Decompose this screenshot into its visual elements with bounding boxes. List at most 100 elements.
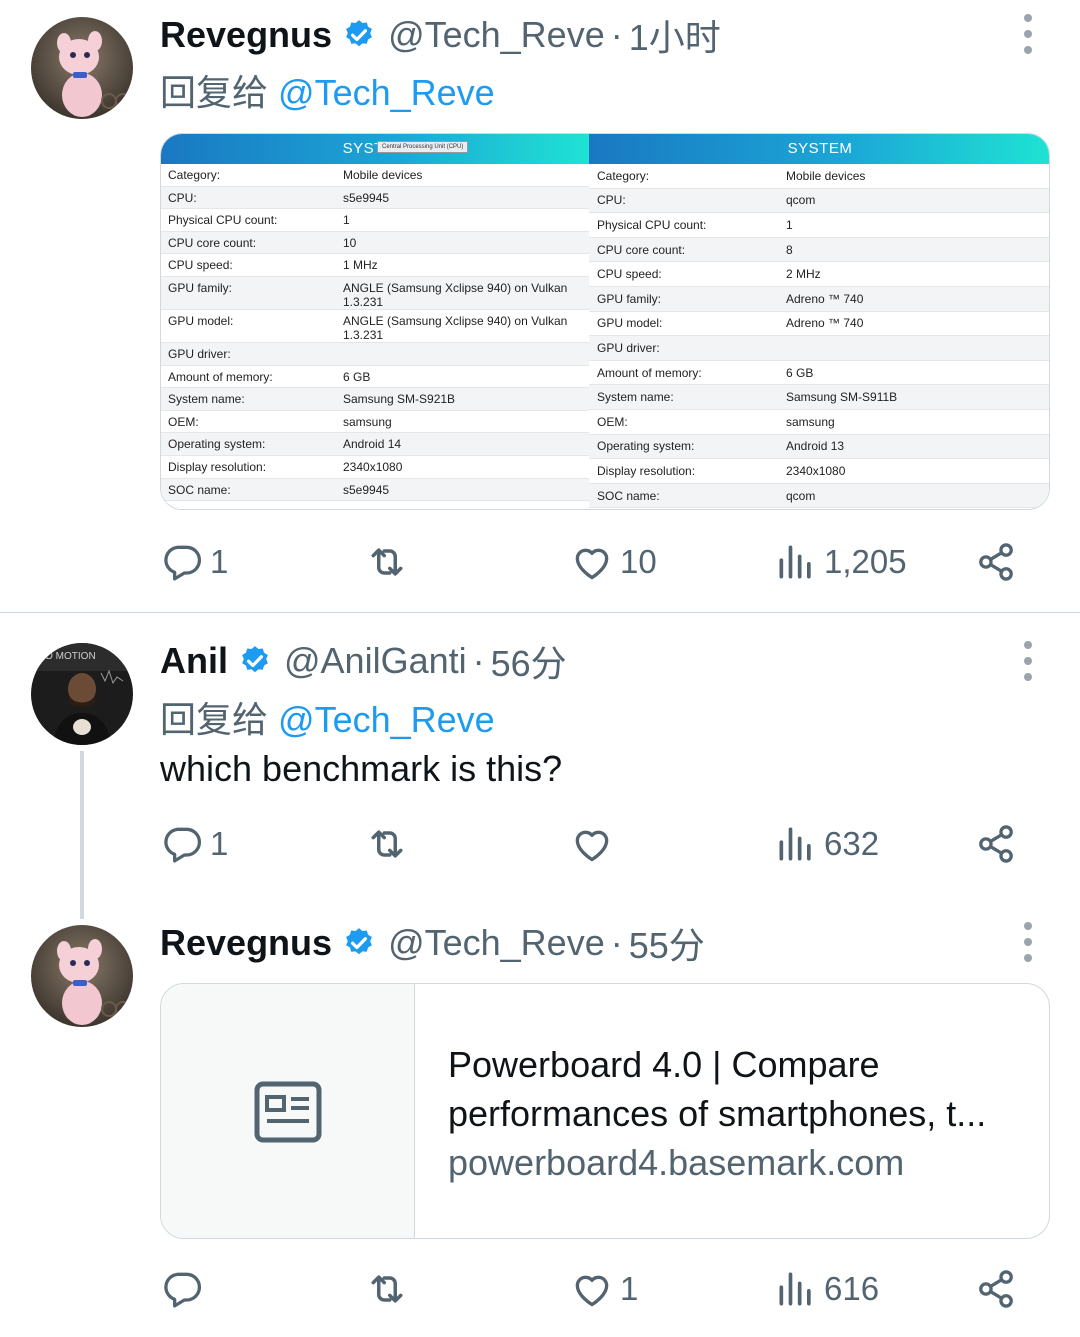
tweet-header: Revegnus @Tech_Reve · 1小时 xyxy=(160,10,721,60)
row-value: samsung xyxy=(343,414,392,429)
cpu-tooltip: Central Processing Unit (CPU) xyxy=(377,141,469,153)
row-label: CPU core count: xyxy=(168,235,257,250)
views-button[interactable]: 616 xyxy=(774,1264,879,1314)
user-handle[interactable]: @Tech_Reve xyxy=(388,922,605,964)
like-count: 10 xyxy=(620,543,657,580)
row-label: Display resolution: xyxy=(597,463,696,478)
row-label: Physical CPU count: xyxy=(597,217,707,232)
table-row: CPU core count: 8 xyxy=(589,237,1049,263)
reply-button[interactable]: 1 xyxy=(160,537,228,587)
timestamp[interactable]: 55分 xyxy=(629,917,705,969)
row-label: GPU model: xyxy=(168,313,234,328)
table-row: SOC name: qcom xyxy=(589,483,1049,509)
row-label: GPU family: xyxy=(597,291,662,306)
like-button[interactable]: 10 xyxy=(570,537,657,587)
display-name[interactable]: Anil xyxy=(160,640,228,682)
table-header: SYSTEM xyxy=(589,134,1049,164)
link-title: Powerboard 4.0 | Compare performances of… xyxy=(448,1044,987,1134)
reply-count: 1 xyxy=(210,543,229,580)
more-options-icon[interactable] xyxy=(1016,14,1040,54)
timestamp[interactable]: 56分 xyxy=(491,635,567,687)
reply-mention-link[interactable]: @Tech_Reve xyxy=(278,72,495,113)
table-row: GPU model: ANGLE (Samsung Xclipse 940) on… xyxy=(161,310,589,343)
table-header: SYSTEM Central Processing Unit (CPU) xyxy=(161,134,589,164)
view-count: 632 xyxy=(824,825,880,862)
link-preview-card[interactable]: Powerboard 4.0 | Compare performances of… xyxy=(160,983,1050,1239)
table-row: Display resolution: 2340x1080 xyxy=(589,459,1049,484)
share-icon xyxy=(979,825,1013,863)
heart-icon xyxy=(575,830,609,862)
like-count: 1 xyxy=(620,1270,639,1307)
table-row: SOC name: s5e9945 xyxy=(161,478,589,502)
row-label: Display resolution: xyxy=(168,459,267,474)
share-button[interactable] xyxy=(974,819,1018,869)
retweet-button[interactable] xyxy=(365,537,409,587)
row-value: 2 MHz xyxy=(786,267,821,282)
row-label: CPU: xyxy=(168,190,197,205)
user-handle[interactable]: @AnilGanti xyxy=(284,640,467,682)
reply-button[interactable] xyxy=(160,1264,204,1314)
table-row: System name: Samsung SM-S921B xyxy=(161,388,589,411)
row-value: 6 GB xyxy=(343,369,371,384)
reply-mention-link[interactable]: @Tech_Reve xyxy=(278,699,495,740)
table-row: CPU core count: 10 xyxy=(161,231,589,255)
row-label: CPU core count: xyxy=(597,242,686,257)
row-value: qcom xyxy=(786,193,816,208)
share-icon xyxy=(979,1270,1013,1308)
row-label: OEM: xyxy=(597,414,628,429)
retweet-button[interactable] xyxy=(365,819,409,869)
row-value: 10 xyxy=(343,235,357,250)
tweet-actions: 1 632 xyxy=(160,819,1020,869)
views-button[interactable]: 1,205 xyxy=(774,537,907,587)
reply-context: 回复给 @Tech_Reve xyxy=(160,691,495,743)
view-count: 616 xyxy=(824,1270,880,1307)
view-count: 1,205 xyxy=(824,543,907,580)
table-row: GPU family: ANGLE (Samsung Xclipse 940) o… xyxy=(161,276,589,310)
display-name[interactable]: Revegnus xyxy=(160,922,332,964)
attached-image[interactable]: SYSTEM Central Processing Unit (CPU) Cat… xyxy=(160,133,1050,510)
row-label: SOC name: xyxy=(168,482,231,497)
views-button[interactable]: 632 xyxy=(774,819,879,869)
row-value: samsung xyxy=(786,414,835,429)
avatar[interactable]: VD MOTION xyxy=(31,643,133,745)
table-row: System name: Samsung SM-S911B xyxy=(589,385,1049,410)
share-icon xyxy=(979,543,1013,581)
avatar[interactable] xyxy=(31,925,133,1027)
row-label: Amount of memory: xyxy=(168,369,273,384)
table-row: Amount of memory: 6 GB xyxy=(589,361,1049,386)
tweet-1[interactable]: Revegnus @Tech_Reve · 1小时 回复给 @Tech_Reve… xyxy=(0,0,1080,612)
reply-prefix: 回复给 xyxy=(160,699,269,740)
retweet-button[interactable] xyxy=(365,1264,409,1314)
row-value: Mobile devices xyxy=(786,168,866,183)
table-row: GPU driver: xyxy=(589,336,1049,361)
avatar[interactable] xyxy=(31,17,133,119)
share-button[interactable] xyxy=(974,1264,1018,1314)
row-label: GPU model: xyxy=(597,316,663,331)
table-row: GPU driver: xyxy=(161,342,589,366)
row-value: s5e9945 xyxy=(343,190,390,205)
more-options-icon[interactable] xyxy=(1016,922,1040,962)
tweet-2[interactable]: VD MOTION Anil @AnilGanti · 56分 回复给 @Tec… xyxy=(0,613,1080,919)
row-value: Adreno ™ 740 xyxy=(786,316,864,331)
reply-prefix: 回复给 xyxy=(160,72,269,113)
views-chart-icon xyxy=(779,545,811,579)
share-button[interactable] xyxy=(974,537,1018,587)
row-value: Android 14 xyxy=(343,437,402,452)
reply-button[interactable]: 1 xyxy=(160,819,228,869)
timestamp[interactable]: 1小时 xyxy=(629,9,721,61)
like-button[interactable]: 1 xyxy=(570,1264,638,1314)
table-row: OEM: samsung xyxy=(589,410,1049,435)
row-label: CPU speed: xyxy=(168,258,233,273)
user-handle[interactable]: @Tech_Reve xyxy=(388,14,605,56)
more-options-icon[interactable] xyxy=(1016,641,1040,681)
table-row: OEM: samsung xyxy=(161,411,589,434)
display-name[interactable]: Revegnus xyxy=(160,14,332,56)
row-label: CPU: xyxy=(597,193,626,208)
tweet-text: which benchmark is this? xyxy=(160,748,563,789)
row-value: 2340x1080 xyxy=(343,459,403,474)
separator-dot: · xyxy=(610,922,623,963)
verified-badge-icon xyxy=(242,646,268,673)
row-value: ANGLE (Samsung Xclipse 940) on Vulkan 1.… xyxy=(343,313,568,342)
views-chart-icon xyxy=(779,827,811,861)
like-button[interactable] xyxy=(570,819,614,869)
